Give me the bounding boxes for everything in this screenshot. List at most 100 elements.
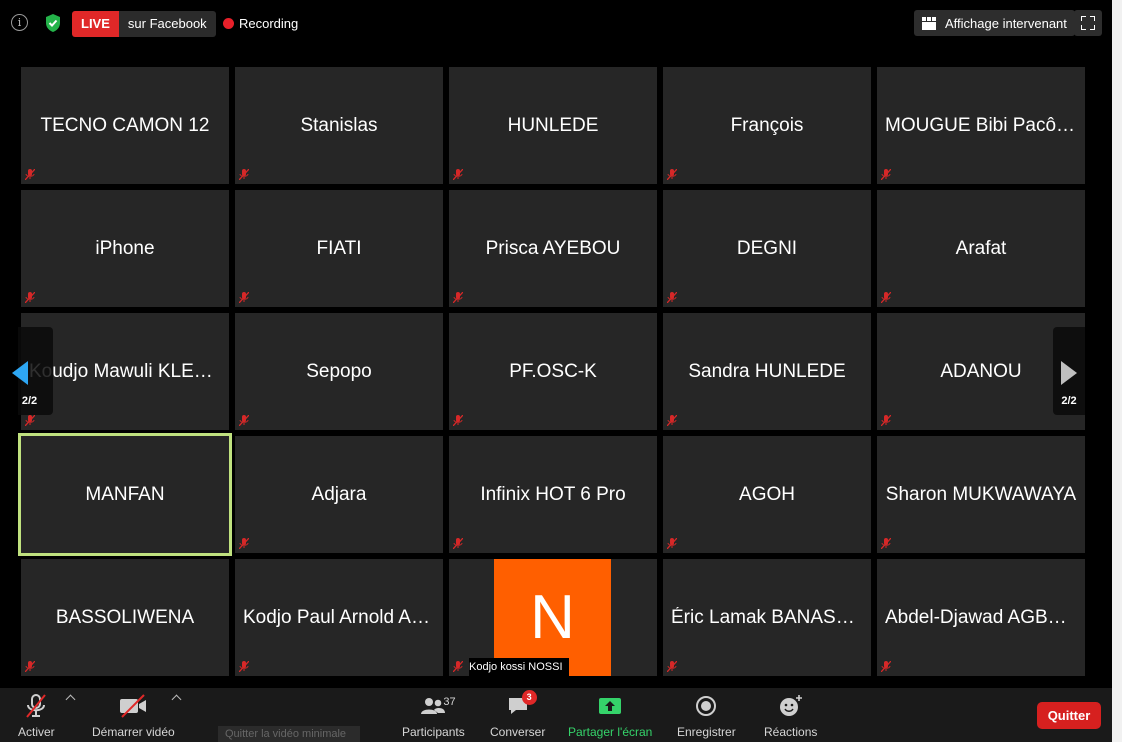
tooltip: Quitter la vidéo minimale bbox=[218, 726, 360, 742]
mic-muted-icon bbox=[881, 292, 891, 303]
participant-tile[interactable]: HUNLEDE bbox=[449, 67, 657, 184]
mic-muted-icon bbox=[453, 169, 463, 180]
chat-icon: 3 bbox=[506, 690, 537, 720]
participant-name: AGOH bbox=[739, 483, 795, 505]
live-destination: sur Facebook bbox=[118, 11, 216, 37]
mic-muted-icon bbox=[881, 538, 891, 549]
participant-tile[interactable]: Sepopo bbox=[235, 313, 443, 430]
participant-name: François bbox=[730, 114, 804, 136]
participant-tile[interactable]: Abdel-Djawad AGBOKA bbox=[877, 559, 1085, 676]
speaker-view-button[interactable]: Affichage intervenant bbox=[914, 10, 1075, 36]
record-icon bbox=[695, 692, 717, 720]
participant-name: MOUGUE Bibi Pacôme bbox=[885, 114, 1077, 136]
chat-label: Converser bbox=[490, 725, 546, 739]
previous-page-button[interactable]: 2/2 bbox=[12, 327, 53, 415]
start-video-label: Démarrer vidéo bbox=[92, 725, 175, 739]
participant-tile[interactable]: MOUGUE Bibi Pacôme bbox=[877, 67, 1085, 184]
gallery-grid: TECNO CAMON 12 Stanislas HUNLEDE Françoi… bbox=[18, 67, 1085, 676]
share-screen-button[interactable]: Partager l'écran bbox=[568, 692, 652, 739]
mic-muted-icon bbox=[453, 415, 463, 426]
share-screen-icon bbox=[597, 692, 623, 720]
participant-name: Adjara bbox=[311, 483, 367, 505]
unmute-label: Activer bbox=[18, 725, 55, 739]
participant-name: FIATI bbox=[316, 237, 362, 259]
recording-dot-icon bbox=[223, 17, 234, 29]
mic-muted-icon bbox=[453, 292, 463, 303]
participants-button[interactable]: 37 Participants bbox=[402, 692, 465, 739]
fullscreen-button[interactable] bbox=[1074, 10, 1102, 36]
chat-unread-badge: 3 bbox=[521, 690, 537, 705]
participant-tile[interactable]: Adjara bbox=[235, 436, 443, 553]
participant-name: Infinix HOT 6 Pro bbox=[480, 483, 626, 505]
recording-label: Recording bbox=[239, 15, 299, 31]
speaker-view-label: Affichage intervenant bbox=[945, 15, 1067, 31]
participant-tile[interactable]: TECNO CAMON 12 bbox=[21, 67, 229, 184]
participant-name: Stanislas bbox=[300, 114, 378, 136]
audio-options-caret-icon[interactable] bbox=[65, 694, 76, 705]
chat-button[interactable]: 3 Converser bbox=[490, 690, 546, 739]
participant-tile[interactable]: François bbox=[663, 67, 871, 184]
participant-name: HUNLEDE bbox=[507, 114, 599, 136]
participants-icon: 37 bbox=[419, 692, 456, 720]
participant-name: MANFAN bbox=[85, 483, 165, 505]
participant-tile[interactable]: AGOH bbox=[663, 436, 871, 553]
participant-tile-avatar[interactable]: N Kodjo kossi NOSSI bbox=[449, 559, 657, 676]
reactions-button[interactable]: Réactions bbox=[764, 692, 817, 739]
live-stream-indicator[interactable]: LIVE sur Facebook bbox=[72, 11, 216, 37]
arrow-left-icon bbox=[12, 361, 28, 385]
reactions-smiley-icon bbox=[778, 692, 804, 720]
mic-muted-icon bbox=[667, 415, 677, 426]
participant-name: Éric Lamak BANASSIM bbox=[671, 606, 863, 628]
participant-tile[interactable]: FIATI bbox=[235, 190, 443, 307]
participant-tile[interactable]: BASSOLIWENA bbox=[21, 559, 229, 676]
participant-name: PF.OSC-K bbox=[509, 360, 597, 382]
mic-muted-icon bbox=[667, 661, 677, 672]
participant-tile[interactable]: Stanislas bbox=[235, 67, 443, 184]
participant-tile[interactable]: Prisca AYEBOU bbox=[449, 190, 657, 307]
mic-muted-icon bbox=[239, 538, 249, 549]
mic-muted-icon bbox=[25, 292, 35, 303]
mic-muted-icon bbox=[239, 169, 249, 180]
arrow-right-icon bbox=[1061, 361, 1077, 385]
participant-name: Sandra HUNLEDE bbox=[688, 360, 846, 382]
participant-tile[interactable]: Infinix HOT 6 Pro bbox=[449, 436, 657, 553]
mic-muted-icon bbox=[881, 169, 891, 180]
speaker-view-icon bbox=[922, 17, 936, 30]
shield-check-icon[interactable] bbox=[44, 13, 62, 33]
recording-indicator[interactable]: Recording bbox=[223, 13, 298, 33]
next-page-button[interactable]: 2/2 bbox=[1053, 327, 1085, 415]
live-badge: LIVE bbox=[72, 11, 119, 37]
participant-tile[interactable]: PF.OSC-K bbox=[449, 313, 657, 430]
participants-count: 37 bbox=[443, 696, 456, 708]
share-screen-label: Partager l'écran bbox=[568, 725, 653, 739]
mic-muted-icon bbox=[239, 415, 249, 426]
participant-tile[interactable]: iPhone bbox=[21, 190, 229, 307]
start-video-button[interactable]: Démarrer vidéo bbox=[92, 692, 175, 739]
participant-tile-active-speaker[interactable]: MANFAN bbox=[18, 433, 232, 556]
leave-meeting-button[interactable]: Quitter bbox=[1037, 702, 1101, 729]
info-icon[interactable]: i bbox=[11, 14, 28, 31]
participant-name: Sepopo bbox=[306, 360, 372, 382]
meeting-controls-toolbar: Activer Démarrer vidéo Quitter la vidéo … bbox=[0, 688, 1112, 742]
unmute-button[interactable]: Activer bbox=[18, 692, 55, 739]
participant-tile[interactable]: DEGNI bbox=[663, 190, 871, 307]
mic-muted-icon bbox=[453, 661, 463, 672]
record-button[interactable]: Enregistrer bbox=[677, 692, 736, 739]
participant-tile[interactable]: Arafat bbox=[877, 190, 1085, 307]
participant-name: Kodjo kossi NOSSI bbox=[469, 658, 569, 676]
participant-name: Prisca AYEBOU bbox=[485, 237, 621, 259]
participant-name: Koudjo Mawuli KLEVOR bbox=[29, 360, 221, 382]
participant-name: TECNO CAMON 12 bbox=[40, 114, 210, 136]
participant-name: Arafat bbox=[955, 237, 1007, 259]
fullscreen-icon bbox=[1081, 16, 1086, 21]
mic-muted-icon bbox=[881, 661, 891, 672]
participant-tile[interactable]: Kodjo Paul Arnold AHO bbox=[235, 559, 443, 676]
participant-tile[interactable]: Sandra HUNLEDE bbox=[663, 313, 871, 430]
participant-tile[interactable]: Sharon MUKWAWAYA bbox=[877, 436, 1085, 553]
reactions-label: Réactions bbox=[764, 725, 818, 739]
video-off-icon bbox=[118, 692, 148, 720]
participants-label: Participants bbox=[402, 725, 465, 739]
mic-muted-icon bbox=[667, 538, 677, 549]
participant-tile[interactable]: Éric Lamak BANASSIM bbox=[663, 559, 871, 676]
record-label: Enregistrer bbox=[677, 725, 736, 739]
